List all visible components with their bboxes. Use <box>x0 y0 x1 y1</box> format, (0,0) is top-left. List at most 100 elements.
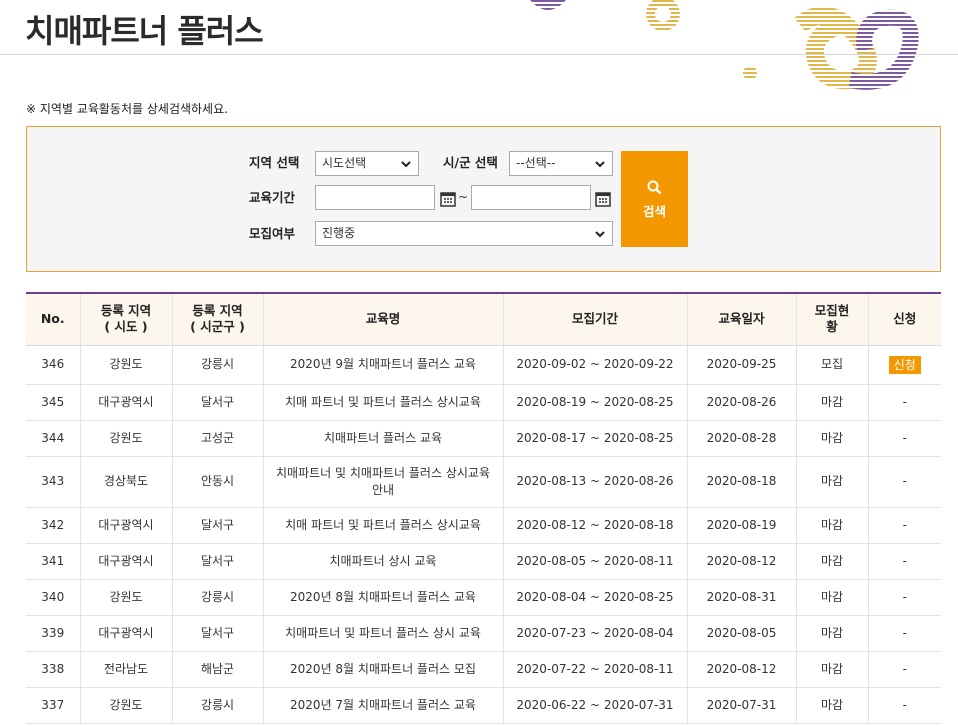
cell-name[interactable]: 치매파트너 플러스 교육 <box>262 420 503 457</box>
period-separator: ~ <box>458 190 469 204</box>
col-name: 교육명 <box>262 293 503 346</box>
period-end-input[interactable] <box>471 185 591 210</box>
cell-period: 2020-08-04 ~ 2020-08-25 <box>502 579 687 616</box>
cell-no: 339 <box>26 615 80 652</box>
cell-date: 2020-08-05 <box>686 615 796 652</box>
calendar-icon[interactable] <box>440 191 456 207</box>
calendar-icon[interactable] <box>595 191 611 207</box>
cell-period: 2020-08-19 ~ 2020-08-25 <box>502 384 687 421</box>
cell-date: 2020-07-31 <box>686 687 796 724</box>
table-row[interactable]: 346 강원도 강릉시 2020년 9월 치매파트너 플러스 교육 2020-09-02… <box>26 345 941 385</box>
search-button[interactable]: 검색 <box>621 151 688 247</box>
table-row[interactable]: 339 대구광역시 달서구 치매파트너 및 파트너 플러스 상시 교육 2020-07-… <box>26 615 941 652</box>
cell-apply: 신청 <box>867 345 941 385</box>
cell-sido: 경상북도 <box>79 456 172 508</box>
cell-status: 마감 <box>795 456 868 508</box>
cell-sido: 대구광역시 <box>79 384 172 421</box>
cell-no: 341 <box>26 543 80 580</box>
cell-sigungu: 달서구 <box>171 384 263 421</box>
cell-name[interactable]: 치매 파트너 및 파트너 플러스 상시교육 <box>262 384 503 421</box>
cell-date: 2020-08-28 <box>686 420 796 457</box>
cell-status: 마감 <box>795 687 868 724</box>
region-label: 지역 선택 <box>249 155 300 170</box>
table-row[interactable]: 342 대구광역시 달서구 치매 파트너 및 파트너 플러스 상시교육 2020-08-… <box>26 507 941 544</box>
cell-sido: 강원도 <box>79 345 172 385</box>
cell-status: 마감 <box>795 543 868 580</box>
cell-name[interactable]: 2020년 8월 치매파트너 플러스 모집 <box>262 651 503 688</box>
cell-name[interactable]: 2020년 7월 치매파트너 플러스 교육 <box>262 687 503 724</box>
cell-no: 344 <box>26 420 80 457</box>
table-row[interactable]: 338 전라남도 해남군 2020년 8월 치매파트너 플러스 모집 2020-07-2… <box>26 651 941 688</box>
cell-date: 2020-08-26 <box>686 384 796 421</box>
cell-apply: - <box>867 507 941 544</box>
chevron-down-icon <box>401 161 411 168</box>
table-row[interactable]: 344 강원도 고성군 치매파트너 플러스 교육 2020-08-17 ~ 2020-0… <box>26 420 941 457</box>
cell-period: 2020-06-22 ~ 2020-07-31 <box>502 687 687 724</box>
col-status: 모집현 황 <box>795 293 868 346</box>
cell-apply: - <box>867 543 941 580</box>
cell-sido: 대구광역시 <box>79 543 172 580</box>
cell-name[interactable]: 치매 파트너 및 파트너 플러스 상시교육 <box>262 507 503 544</box>
apply-button[interactable]: 신청 <box>888 355 921 374</box>
cell-no: 342 <box>26 507 80 544</box>
city-select[interactable]: --선택-- <box>509 151 613 176</box>
cell-date: 2020-08-12 <box>686 651 796 688</box>
col-sigungu: 등록 지역( 시군구 ) <box>171 293 263 346</box>
cell-status: 마감 <box>795 507 868 544</box>
cell-sido: 대구광역시 <box>79 615 172 652</box>
cell-name[interactable]: 치매파트너 및 치매파트너 플러스 상시교육 안내 <box>262 456 503 508</box>
cell-period: 2020-08-17 ~ 2020-08-25 <box>502 420 687 457</box>
magnifier-icon <box>647 180 662 195</box>
cell-apply: - <box>867 456 941 508</box>
col-period: 모집기간 <box>502 293 687 346</box>
cell-apply: - <box>867 579 941 616</box>
status-select[interactable]: 진행중 <box>315 221 613 246</box>
cell-no: 343 <box>26 456 80 508</box>
cell-date: 2020-08-19 <box>686 507 796 544</box>
cell-period: 2020-09-02 ~ 2020-09-22 <box>502 345 687 385</box>
cell-sido: 전라남도 <box>79 651 172 688</box>
cell-no: 345 <box>26 384 80 421</box>
cell-date: 2020-08-31 <box>686 579 796 616</box>
region-select[interactable]: 시도선택 <box>315 151 419 176</box>
page-header: 치매파트너 플러스 <box>0 0 958 55</box>
cell-sigungu: 강릉시 <box>171 579 263 616</box>
cell-sido: 강원도 <box>79 420 172 457</box>
cell-period: 2020-07-22 ~ 2020-08-11 <box>502 651 687 688</box>
cell-period: 2020-08-12 ~ 2020-08-18 <box>502 507 687 544</box>
cell-sigungu: 강릉시 <box>171 687 263 724</box>
cell-sido: 강원도 <box>79 687 172 724</box>
cell-name[interactable]: 2020년 9월 치매파트너 플러스 교육 <box>262 345 503 385</box>
table-row[interactable]: 341 대구광역시 달서구 치매파트너 상시 교육 2020-08-05 ~ 2020-… <box>26 543 941 580</box>
cell-sido: 강원도 <box>79 579 172 616</box>
cell-no: 338 <box>26 651 80 688</box>
cell-sigungu: 해남군 <box>171 651 263 688</box>
search-notice: ※ 지역별 교육활동처를 상세검색하세요. <box>26 102 228 116</box>
search-button-label: 검색 <box>642 204 666 219</box>
col-no: No. <box>26 293 80 346</box>
cell-no: 337 <box>26 687 80 724</box>
cell-sigungu: 강릉시 <box>171 345 263 385</box>
table-row[interactable]: 340 강원도 강릉시 2020년 8월 치매파트너 플러스 교육 2020-08-04… <box>26 579 941 616</box>
col-sido: 등록 지역( 시도 ) <box>79 293 172 346</box>
city-label: 시/군 선택 <box>443 155 498 170</box>
cell-name[interactable]: 2020년 8월 치매파트너 플러스 교육 <box>262 579 503 616</box>
cell-status: 마감 <box>795 420 868 457</box>
cell-apply: - <box>867 384 941 421</box>
chevron-down-icon <box>595 231 605 238</box>
cell-no: 346 <box>26 345 80 385</box>
cell-sido: 대구광역시 <box>79 507 172 544</box>
col-date: 교육일자 <box>686 293 796 346</box>
table-row[interactable]: 343 경상북도 안동시 치매파트너 및 치매파트너 플러스 상시교육 안내 2020-… <box>26 456 941 508</box>
period-start-input[interactable] <box>315 185 435 210</box>
col-apply: 신청 <box>867 293 941 346</box>
table-row[interactable]: 337 강원도 강릉시 2020년 7월 치매파트너 플러스 교육 2020-06-22… <box>26 687 941 724</box>
cell-sigungu: 안동시 <box>171 456 263 508</box>
cell-name[interactable]: 치매파트너 및 파트너 플러스 상시 교육 <box>262 615 503 652</box>
education-table: No. 등록 지역( 시도 ) 등록 지역( 시군구 ) 교육명 모집기간 교육… <box>26 292 941 724</box>
cell-status: 마감 <box>795 579 868 616</box>
cell-date: 2020-08-18 <box>686 456 796 508</box>
cell-period: 2020-07-23 ~ 2020-08-04 <box>502 615 687 652</box>
table-row[interactable]: 345 대구광역시 달서구 치매 파트너 및 파트너 플러스 상시교육 2020-08-… <box>26 384 941 421</box>
cell-name[interactable]: 치매파트너 상시 교육 <box>262 543 503 580</box>
